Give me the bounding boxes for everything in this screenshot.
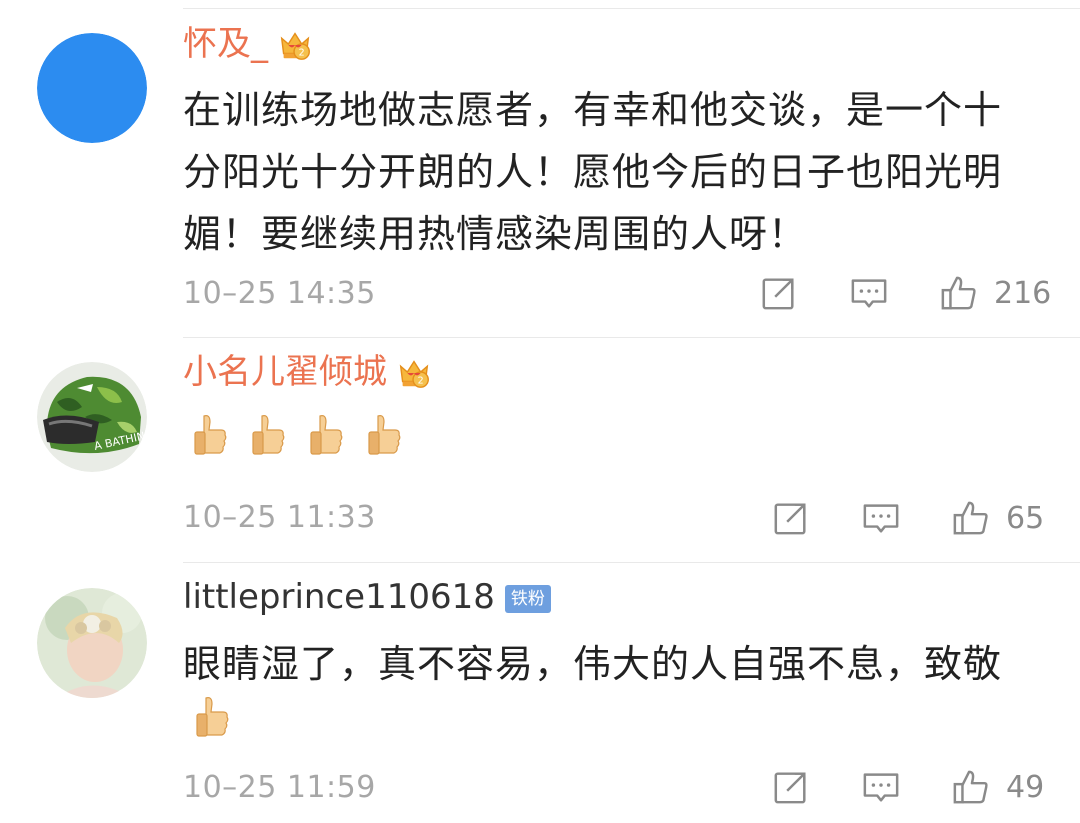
like-count: 49 [1006, 769, 1045, 805]
svg-text:2: 2 [418, 375, 424, 386]
username-text[interactable]: littleprince110618 [183, 577, 495, 617]
timestamp: 10–25 14:35 [183, 276, 376, 311]
like-count: 216 [994, 275, 1052, 311]
comment-text: 在训练场地做志愿者，有幸和他交谈，是一个十 分阳光十分开朗的人！愿他今后的日子也… [183, 88, 1003, 256]
comment-text: 眼睛湿了，真不容易，伟大的人自强不息，致敬 [183, 642, 1003, 686]
comment-icon[interactable] [862, 768, 900, 806]
username[interactable]: 小名儿翟倾城 2 [183, 352, 433, 392]
avatar[interactable] [37, 33, 147, 143]
comment-icon[interactable] [850, 274, 888, 312]
avatar[interactable] [37, 588, 147, 698]
vip-crown-icon: 2 [280, 32, 310, 60]
username-text[interactable]: 小名儿翟倾城 [183, 352, 387, 392]
thumbs-up-emoji-icon [368, 415, 401, 455]
fan-badge: 铁粉 [504, 585, 551, 613]
thumbs-up-emoji-icon [196, 697, 229, 737]
action-bar: 49 [772, 768, 1044, 806]
repost-icon[interactable] [772, 499, 810, 537]
divider [183, 8, 1080, 9]
repost-icon[interactable] [760, 274, 798, 312]
like-icon[interactable] [952, 768, 990, 806]
vip-crown-icon: 2 [399, 360, 429, 388]
like-count: 65 [1006, 500, 1045, 536]
username[interactable]: littleprince110618 铁粉 [183, 577, 551, 617]
timestamp: 10–25 11:33 [183, 500, 376, 535]
thumbs-up-emoji-icon [310, 415, 343, 455]
action-bar: 216 [760, 274, 1051, 312]
emoji-row [190, 694, 234, 742]
action-bar: 65 [772, 499, 1044, 537]
like-icon[interactable] [940, 274, 978, 312]
divider [183, 562, 1080, 563]
comment-icon[interactable] [862, 499, 900, 537]
emoji-row [190, 412, 404, 460]
repost-icon[interactable] [772, 768, 810, 806]
thumbs-up-emoji-icon [252, 415, 285, 455]
svg-text:2: 2 [299, 47, 305, 58]
username[interactable]: 怀及_ 2 [183, 24, 314, 64]
thumbs-up-emoji-icon [194, 415, 227, 455]
like-icon[interactable] [952, 499, 990, 537]
avatar[interactable]: A BATHING [37, 362, 147, 472]
timestamp: 10–25 11:59 [183, 770, 376, 805]
divider [183, 337, 1080, 338]
username-text[interactable]: 怀及_ [183, 24, 268, 64]
